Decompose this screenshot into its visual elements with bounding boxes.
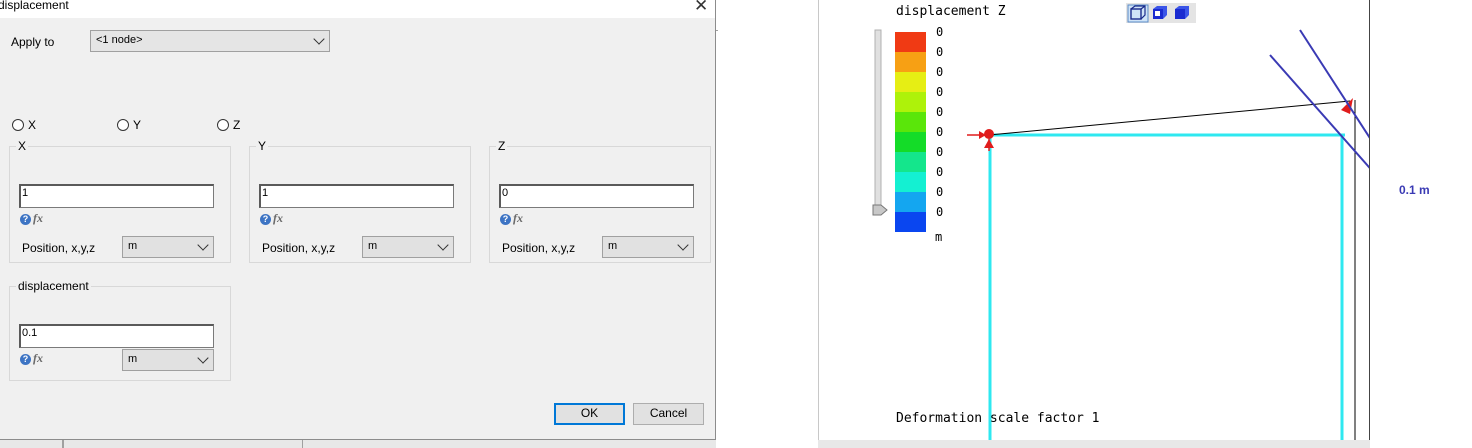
viewer-canvas: 0 0 0 0 0 0 0 0 0 0 [872,3,1369,440]
legend-value: 0 [936,125,943,139]
close-icon[interactable]: ✕ [694,0,708,16]
legend-swatch [895,52,926,72]
dimension-annotation [1269,29,1369,169]
bg-window-divider [62,440,64,448]
x-value-input[interactable]: 1 [19,184,214,208]
legend-value: 0 [936,65,943,79]
fx-icon[interactable]: fx [273,211,283,226]
legend-value: 0 [936,85,943,99]
fx-icon[interactable]: fx [513,211,523,226]
apply-to-select[interactable]: <1 node> [90,30,330,52]
radio-z[interactable] [217,119,229,131]
legend-slider-track[interactable] [874,29,882,213]
bg-window-edge [716,30,718,31]
help-icon[interactable]: ? [20,214,31,225]
chevron-down-icon [197,239,209,251]
help-icon[interactable]: ? [20,354,31,365]
legend-value: 0 [936,45,943,59]
displacement-dialog: displacement ✕ Apply to <1 node> X Y Z X… [0,0,716,440]
group-displacement-title: displacement [16,279,91,293]
dialog-titlebar[interactable]: displacement ✕ [0,0,715,18]
structure-model [988,100,1356,440]
apply-to-value: <1 node> [96,34,143,46]
legend-swatch [895,92,926,112]
view-wireframe-icon[interactable] [1127,4,1149,23]
legend-value: 0 [936,205,943,219]
bg-window-divider [302,440,303,448]
legend-value: 0 [936,105,943,119]
help-icon[interactable]: ? [500,214,511,225]
viewer-status-strip [818,440,1370,448]
view-solid-icon[interactable] [1153,6,1167,19]
displacement-marker-icon [1341,98,1353,114]
x-unit-select[interactable]: m [122,236,214,258]
cancel-button[interactable]: Cancel [633,403,704,425]
displacement-unit-value: m [128,353,138,365]
chevron-down-icon [437,239,449,251]
deformation-scale-label: Deformation scale factor 1 [896,411,1100,426]
z-value-input[interactable]: 0 [499,184,694,208]
legend-value: 0 [936,145,943,159]
legend-swatch [895,132,926,152]
x-position-label: Position, x,y,z [22,241,96,255]
z-unit-value: m [608,240,618,252]
legend-swatch [895,112,926,132]
viewer-outer-edge [818,0,819,440]
group-z-title: Z [496,139,508,153]
legend-swatch [895,152,926,172]
legend-swatch [895,172,926,192]
y-position-label: Position, x,y,z [262,241,336,255]
apply-to-label: Apply to [11,35,55,49]
displacement-value-input[interactable]: 0.1 [19,324,214,348]
legend-swatch [895,212,926,232]
group-x-title: X [16,139,29,153]
chevron-down-icon [677,239,689,251]
legend-unit: m [935,230,943,244]
group-y-title: Y [256,139,269,153]
fx-icon[interactable]: fx [33,211,43,226]
y-unit-select[interactable]: m [362,236,454,258]
color-legend: 0 0 0 0 0 0 0 0 0 0 [895,25,943,232]
displacement-unit-select[interactable]: m [122,349,214,371]
radio-x[interactable] [12,119,24,131]
dimension-label: 0.1 m [1399,183,1430,197]
help-icon[interactable]: ? [260,214,271,225]
legend-value: 0 [936,185,943,199]
radio-y-label: Y [133,118,142,132]
legend-value: 0 [936,165,943,179]
x-unit-value: m [128,240,138,252]
legend-slider-handle[interactable] [872,204,888,216]
result-title: displacement Z [896,4,1006,19]
chevron-down-icon [197,352,209,364]
y-value-input[interactable]: 1 [259,184,454,208]
radio-y[interactable] [117,119,129,131]
legend-swatch [895,72,926,92]
radio-x-label: X [28,118,37,132]
legend-swatch [895,192,926,212]
y-unit-value: m [368,240,378,252]
dialog-title: displacement [0,0,69,12]
radio-z-label: Z [233,118,241,132]
z-position-label: Position, x,y,z [502,241,576,255]
view-shaded-icon[interactable] [1175,6,1189,19]
graphics-viewer[interactable]: 0 0 0 0 0 0 0 0 0 0 displacement Z m Deformation … [845,0,1369,440]
legend-value: 0 [936,25,943,39]
z-unit-select[interactable]: m [602,236,694,258]
fx-icon[interactable]: fx [33,351,43,366]
chevron-down-icon [313,33,325,45]
ok-button[interactable]: OK [554,403,625,425]
bg-window-strip [0,440,716,448]
viewer-right-border [1369,0,1370,440]
legend-swatch [895,32,926,52]
